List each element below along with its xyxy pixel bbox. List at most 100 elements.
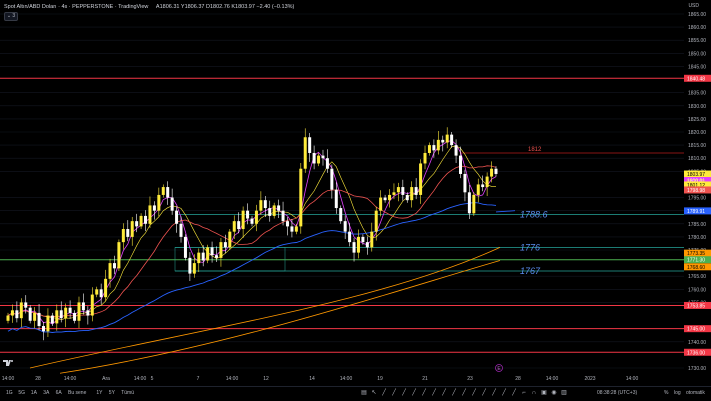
- timeframe-1g[interactable]: 1G: [6, 390, 13, 396]
- candle: [476, 178, 480, 203]
- price-tick-label: 1825.00: [688, 117, 706, 123]
- timeframe-1a[interactable]: 1A: [31, 390, 37, 396]
- cursor-icon[interactable]: ↖: [370, 389, 378, 397]
- trend-line-icon[interactable]: ╱: [480, 389, 488, 397]
- candle: [228, 229, 232, 250]
- candle: [317, 152, 321, 167]
- candle: [246, 203, 250, 225]
- timeframe-1y[interactable]: 1Y: [96, 390, 102, 396]
- time-tick-label: 14:00: [626, 376, 639, 382]
- candlesticks[interactable]: [6, 127, 498, 341]
- clock-label[interactable]: 08:38:28 (UTC+3): [597, 390, 637, 396]
- price-badge: 1840.48: [684, 74, 711, 82]
- level-label: 1788.6: [520, 209, 548, 219]
- candle: [86, 306, 90, 325]
- candle: [19, 298, 23, 328]
- timeframe-3a[interactable]: 3A: [43, 390, 49, 396]
- price-tick-label: 1830.00: [688, 104, 706, 110]
- auto-scale-toggle[interactable]: otomatik: [686, 390, 705, 396]
- lock-icon[interactable]: ▣: [540, 389, 548, 397]
- candle: [268, 200, 272, 222]
- percent-toggle[interactable]: %: [664, 390, 668, 396]
- symbol-title[interactable]: Spot Altın/ABD Doları · 4s · PEPPERSTONE…: [4, 4, 148, 10]
- magnet-icon[interactable]: ∩: [530, 389, 538, 397]
- price-tick-label: 1835.00: [688, 91, 706, 97]
- candle: [50, 312, 54, 327]
- calendar-icon[interactable]: ▤: [360, 389, 368, 397]
- candle: [388, 189, 392, 208]
- candle: [55, 304, 59, 331]
- candle: [254, 204, 258, 232]
- trend-line-icon[interactable]: ╱: [410, 389, 418, 397]
- ma-orange-line-2: [59, 260, 501, 374]
- price-badge: 1736.00: [684, 348, 711, 356]
- trash-icon[interactable]: ▥: [560, 389, 568, 397]
- time-axis[interactable]: 14:00 28 14:00 Ara 14:00 5 7 14:00 12 14 14:00 19 21…: [2, 376, 639, 382]
- timeframe-5g[interactable]: 5G: [18, 390, 25, 396]
- candle: [130, 216, 134, 246]
- timeframe-5y[interactable]: 5Y: [109, 390, 115, 396]
- level-label: 1767: [520, 266, 541, 276]
- trend-line-icon[interactable]: ╱: [390, 389, 398, 397]
- trend-line-icon[interactable]: ╱: [490, 389, 498, 397]
- candle: [197, 248, 201, 273]
- tradingview-logo-icon[interactable]: [3, 358, 15, 368]
- indicator-collapse-button[interactable]: ⌄ 3: [4, 12, 18, 21]
- trend-line-icon[interactable]: ╱: [400, 389, 408, 397]
- trend-line-icon[interactable]: ╱: [430, 389, 438, 397]
- candle: [436, 130, 440, 155]
- candle: [454, 139, 458, 163]
- ohlc-values: A1806.31 Y1806.37 D1802.76 K1803.97 −2.4…: [155, 4, 295, 10]
- currency-label[interactable]: USD: [688, 3, 699, 9]
- ma-fast-line: [7, 140, 497, 325]
- candle: [414, 178, 418, 200]
- candle: [28, 305, 32, 324]
- trend-line-icon[interactable]: ╱: [500, 389, 508, 397]
- candle: [352, 237, 356, 262]
- timeframe-6a[interactable]: 6A: [56, 390, 62, 396]
- svg-text:1771.30: 1771.30: [687, 258, 705, 264]
- price-axis[interactable]: 1865.00 1860.00 1855.00 1850.00 1845.00 1835.…: [684, 0, 711, 386]
- candle: [192, 254, 196, 278]
- trend-line-icon[interactable]: ╱: [420, 389, 428, 397]
- svg-text:1753.85: 1753.85: [687, 303, 705, 309]
- svg-text:1745.00: 1745.00: [687, 327, 705, 333]
- candle: [241, 206, 245, 238]
- timeframe-bu-sene[interactable]: Bu sene: [68, 390, 86, 396]
- log-toggle[interactable]: log: [674, 390, 681, 396]
- candle: [312, 145, 316, 170]
- candle: [139, 213, 143, 230]
- time-tick-label: 14: [309, 376, 315, 382]
- candle: [365, 236, 369, 255]
- ma-mid-line: [7, 165, 497, 318]
- time-tick-label: 23: [467, 376, 473, 382]
- candle: [15, 301, 19, 323]
- chart-header: Spot Altın/ABD Doları · 4s · PEPPERSTONE…: [4, 4, 294, 10]
- trend-line-icon[interactable]: ╱: [460, 389, 468, 397]
- candle: [330, 164, 334, 199]
- price-tick-label: 1740.00: [688, 340, 706, 346]
- candle: [263, 195, 267, 217]
- trend-line-icon[interactable]: ╱: [510, 389, 518, 397]
- time-tick-label: 2023: [584, 376, 595, 382]
- candle: [188, 252, 192, 281]
- ruler-icon[interactable]: ⌐: [520, 389, 528, 397]
- candle: [183, 234, 187, 261]
- price-chart[interactable]: 1812 1788.6 1776 1767 1865.00 1860.00 1855.00…: [0, 0, 711, 386]
- time-tick-label: 14:00: [2, 376, 15, 382]
- price-tick-label: 1730.00: [688, 366, 706, 372]
- svg-text:1798.98: 1798.98: [687, 188, 705, 194]
- trend-line-icon[interactable]: ╱: [440, 389, 448, 397]
- price-badge: 1745.00: [684, 325, 711, 333]
- trend-line-icon[interactable]: ╱: [470, 389, 478, 397]
- candle: [494, 166, 498, 177]
- eye-icon[interactable]: ◉: [550, 389, 558, 397]
- time-tick-label: 28: [515, 376, 521, 382]
- trend-line-icon[interactable]: ╱: [380, 389, 388, 397]
- candle: [423, 145, 427, 170]
- price-tick-label: 1815.00: [688, 143, 706, 149]
- timeframe-tümü[interactable]: Tümü: [121, 390, 134, 396]
- trend-line-icon[interactable]: ╱: [450, 389, 458, 397]
- price-tick-label: 1780.00: [688, 235, 706, 241]
- time-tick-label: 14:00: [340, 376, 353, 382]
